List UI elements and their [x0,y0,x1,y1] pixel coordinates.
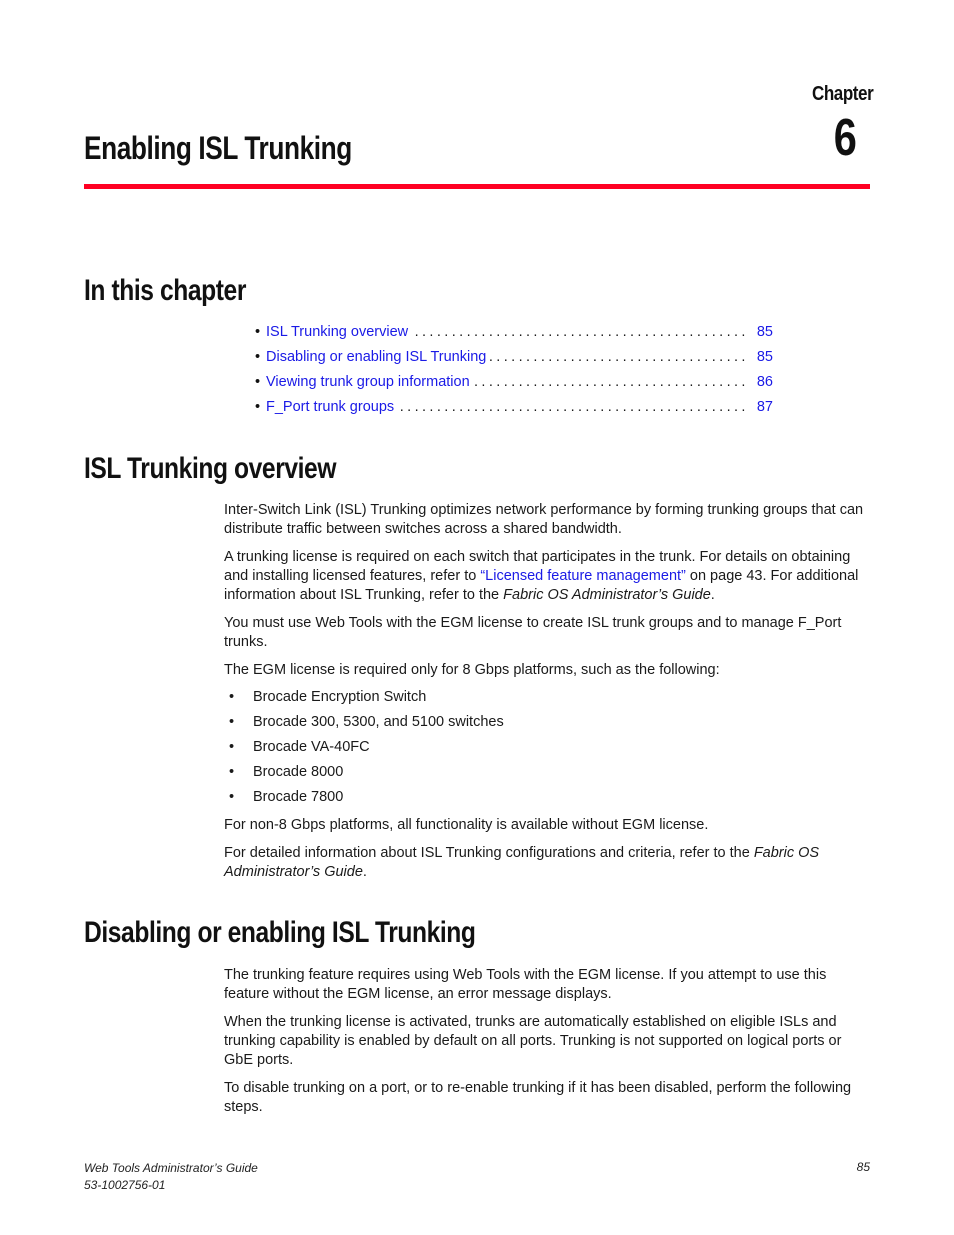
list-item: • Brocade VA-40FC [224,738,874,763]
list-item-text: Brocade 300, 5300, and 5100 switches [253,714,504,730]
overview-section-body: Inter-Switch Link (ISL) Trunking optimiz… [224,501,874,891]
bullet-icon: • [229,764,235,780]
toc-page-number[interactable]: 87 [757,397,773,417]
chapter-title-rule [84,184,870,189]
bullet-icon: • [229,714,235,730]
text-run: For detailed information about ISL Trunk… [224,845,754,861]
bullet-icon: • [255,349,261,365]
toc-link[interactable]: Viewing trunk group information [266,372,473,392]
in-this-chapter-heading: In this chapter [84,274,246,307]
disabling-paragraph: The trunking feature requires using Web … [224,967,827,1002]
chapter-label: Chapter [812,83,874,105]
overview-paragraph: For non-8 Gbps platforms, all functional… [224,817,709,833]
list-item-text: Brocade 8000 [253,764,344,780]
toc-entry[interactable]: • ......................................… [255,322,775,347]
list-item: • Brocade Encryption Switch [224,688,874,713]
list-item-text: Brocade Encryption Switch [253,689,427,705]
toc-link[interactable]: ISL Trunking overview [266,322,412,342]
bullet-icon: • [229,689,235,705]
bullet-icon: • [255,399,261,415]
book-title: Fabric OS Administrator’s Guide [503,587,711,603]
chapter-title: Enabling ISL Trunking [84,130,352,166]
overview-paragraph: A trunking license is required on each s… [224,548,874,605]
text-run: . [710,587,715,603]
list-item: • Brocade 300, 5300, and 5100 switches [224,713,874,738]
isl-trunking-overview-heading: ISL Trunking overview [84,452,337,485]
licensed-feature-management-link[interactable]: “Licensed feature management” [480,568,686,584]
overview-paragraph: For detailed information about ISL Trunk… [224,844,874,882]
disabling-enabling-heading: Disabling or enabling ISL Trunking [84,916,476,949]
footer-page-number: 85 [856,1160,870,1174]
toc-entry[interactable]: • ......................................… [255,347,775,372]
toc-page-number[interactable]: 85 [757,347,773,367]
disabling-section-body: The trunking feature requires using Web … [224,966,874,1126]
overview-paragraph: The EGM license is required only for 8 G… [224,662,720,678]
platform-list: • Brocade Encryption Switch • Brocade 300,… [224,688,874,816]
text-run: . [362,864,367,880]
list-item: • Brocade 7800 [224,788,874,816]
list-item: • Brocade 8000 [224,763,874,788]
toc-page-number[interactable]: 85 [757,322,773,342]
disabling-paragraph: When the trunking license is activated, … [224,1014,842,1068]
toc-page-number[interactable]: 86 [757,372,773,392]
list-item-text: Brocade 7800 [253,789,344,805]
toc-entry[interactable]: • ......................................… [255,397,775,422]
overview-paragraph: Inter-Switch Link (ISL) Trunking optimiz… [224,502,864,537]
list-item-text: Brocade VA-40FC [253,739,370,755]
bullet-icon: • [255,324,261,340]
footer-guide-title: Web Tools Administrator’s Guide [84,1161,258,1175]
footer-left: Web Tools Administrator’s Guide 53-10027… [84,1160,258,1194]
footer-doc-number: 53-1002756-01 [84,1178,166,1192]
toc-entry[interactable]: • ......................................… [255,372,775,397]
toc-link[interactable]: F_Port trunk groups [266,397,398,417]
disabling-paragraph: To disable trunking on a port, or to re-… [224,1080,852,1115]
bullet-icon: • [255,374,261,390]
overview-paragraph: You must use Web Tools with the EGM lice… [224,615,842,650]
chapter-number: 6 [833,109,857,167]
toc-link[interactable]: Disabling or enabling ISL Trunking [266,347,490,367]
chapter-toc: • ......................................… [255,322,775,422]
bullet-icon: • [229,789,235,805]
bullet-icon: • [229,739,235,755]
